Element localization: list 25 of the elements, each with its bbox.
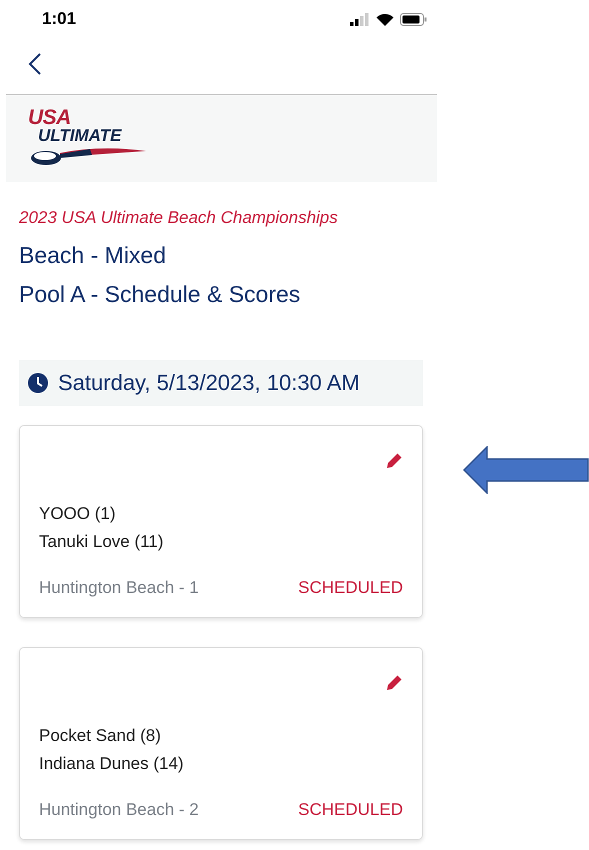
pencil-icon (385, 674, 403, 692)
game-card[interactable]: Pocket Sand (8) Indiana Dunes (14) Huntington Beach - 2 SCHEDULED (19, 647, 423, 840)
pool-title: Pool A - Schedule & Scores (19, 281, 302, 308)
status-time: 1:01 (42, 9, 76, 29)
team-name: Indiana Dunes (14) (39, 754, 185, 774)
logo-text: USA (28, 106, 71, 128)
game-status: SCHEDULED (298, 800, 403, 820)
team-name: Tanuki Love (11) (39, 532, 164, 552)
game-card[interactable]: YOOO (1) Tanuki Love (11) Huntington Beach - 1 SCHEDULED (19, 425, 423, 618)
edit-button[interactable] (385, 452, 403, 470)
wifi-icon (376, 12, 394, 26)
time-slot-text: Saturday, 5/13/2023, 10:30 AM (58, 370, 360, 396)
division-title: Beach - Mixed (19, 242, 168, 269)
game-status: SCHEDULED (298, 578, 403, 598)
pencil-icon (385, 452, 403, 470)
edit-button[interactable] (385, 674, 403, 692)
team-name: YOOO (1) (39, 504, 117, 524)
field-name: Huntington Beach - 2 (39, 800, 199, 820)
event-title: 2023 USA Ultimate Beach Championships (19, 208, 339, 228)
logo-text: ULTIMATE (38, 126, 122, 144)
battery-icon (400, 12, 427, 26)
field-name: Huntington Beach - 1 (39, 578, 199, 598)
signal-icon (350, 12, 370, 26)
team-name: Pocket Sand (8) (39, 726, 162, 746)
clock-icon (28, 373, 48, 393)
